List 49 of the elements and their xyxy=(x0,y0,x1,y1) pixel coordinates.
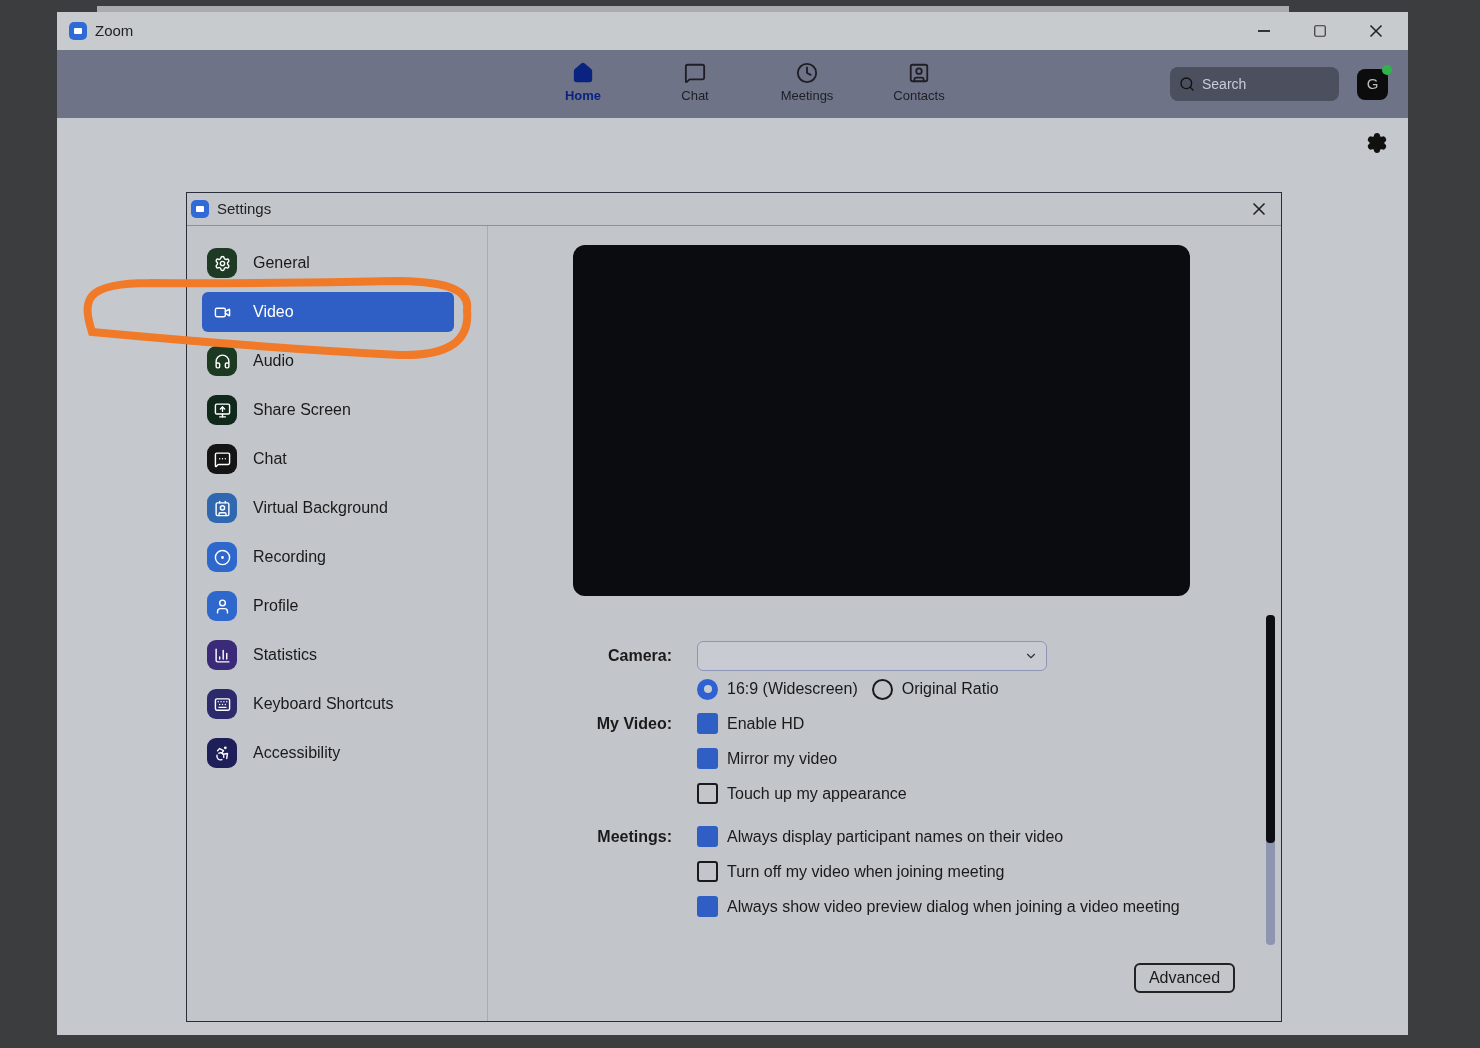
settings-icon[interactable] xyxy=(1366,132,1388,154)
checkbox-option[interactable]: Always display participant names on their video xyxy=(697,819,1180,854)
sidebar-item[interactable]: Accessibility xyxy=(202,733,454,773)
checkbox-option[interactable]: Mirror my video xyxy=(697,741,907,776)
camera-dropdown[interactable] xyxy=(697,641,1047,671)
dialog-title: Settings xyxy=(217,198,272,219)
sidebar-item[interactable]: Video xyxy=(202,292,454,332)
contact-card-icon xyxy=(908,62,930,85)
checkbox-option[interactable]: Turn off my video when joining meeting xyxy=(697,854,1180,889)
checkbox[interactable] xyxy=(697,748,718,769)
search-field[interactable]: Search xyxy=(1170,67,1339,101)
sidebar-item[interactable]: Virtual Background xyxy=(202,488,454,528)
radio-option[interactable]: 16:9 (Widescreen) xyxy=(697,677,858,701)
checkbox-option[interactable]: Always show video preview dialog when joining a video meeting xyxy=(697,889,1180,924)
nav-tab[interactable]: Contacts xyxy=(863,62,975,106)
house-icon xyxy=(572,62,594,85)
sidebar-item[interactable]: Keyboard Shortcuts xyxy=(202,684,454,724)
nav-tab[interactable]: Meetings xyxy=(751,62,863,106)
sidebar-item[interactable]: Recording xyxy=(202,537,454,577)
field-label: Camera: xyxy=(606,646,672,666)
sidebar-item[interactable]: Profile xyxy=(202,586,454,626)
nav-tab[interactable]: Chat xyxy=(639,62,751,106)
window-title: Zoom xyxy=(95,20,134,41)
checkbox[interactable] xyxy=(697,861,718,882)
clock-icon xyxy=(796,62,818,85)
app-logo-icon xyxy=(69,22,87,40)
search-icon xyxy=(1179,76,1195,92)
maximize-icon xyxy=(1313,24,1327,38)
advanced-button[interactable]: Advanced xyxy=(1134,963,1235,993)
minimize-icon xyxy=(1258,30,1270,32)
app-logo-icon xyxy=(191,200,209,218)
section-label: Meetings: xyxy=(596,827,672,847)
checkbox[interactable] xyxy=(697,713,718,734)
checkbox[interactable] xyxy=(697,826,718,847)
checkbox[interactable] xyxy=(697,896,718,917)
radio-option[interactable]: Original Ratio xyxy=(871,677,999,701)
sidebar-item[interactable]: Share Screen xyxy=(202,390,454,430)
scrollbar[interactable] xyxy=(1266,615,1275,945)
checkbox-option[interactable]: Touch up my appearance xyxy=(697,776,907,811)
radio-button[interactable] xyxy=(697,678,718,700)
checkbox-option[interactable]: Enable HD xyxy=(697,706,907,741)
sidebar-item[interactable]: Statistics xyxy=(202,635,454,675)
sidebar-item[interactable]: Audio xyxy=(202,341,454,381)
speech-bubble-icon xyxy=(684,62,706,85)
checkbox[interactable] xyxy=(697,783,718,804)
sidebar-item[interactable]: Chat xyxy=(202,439,454,479)
radio-button[interactable] xyxy=(871,678,893,700)
section-label: My Video: xyxy=(595,714,672,734)
sidebar-item[interactable]: General xyxy=(202,243,454,283)
